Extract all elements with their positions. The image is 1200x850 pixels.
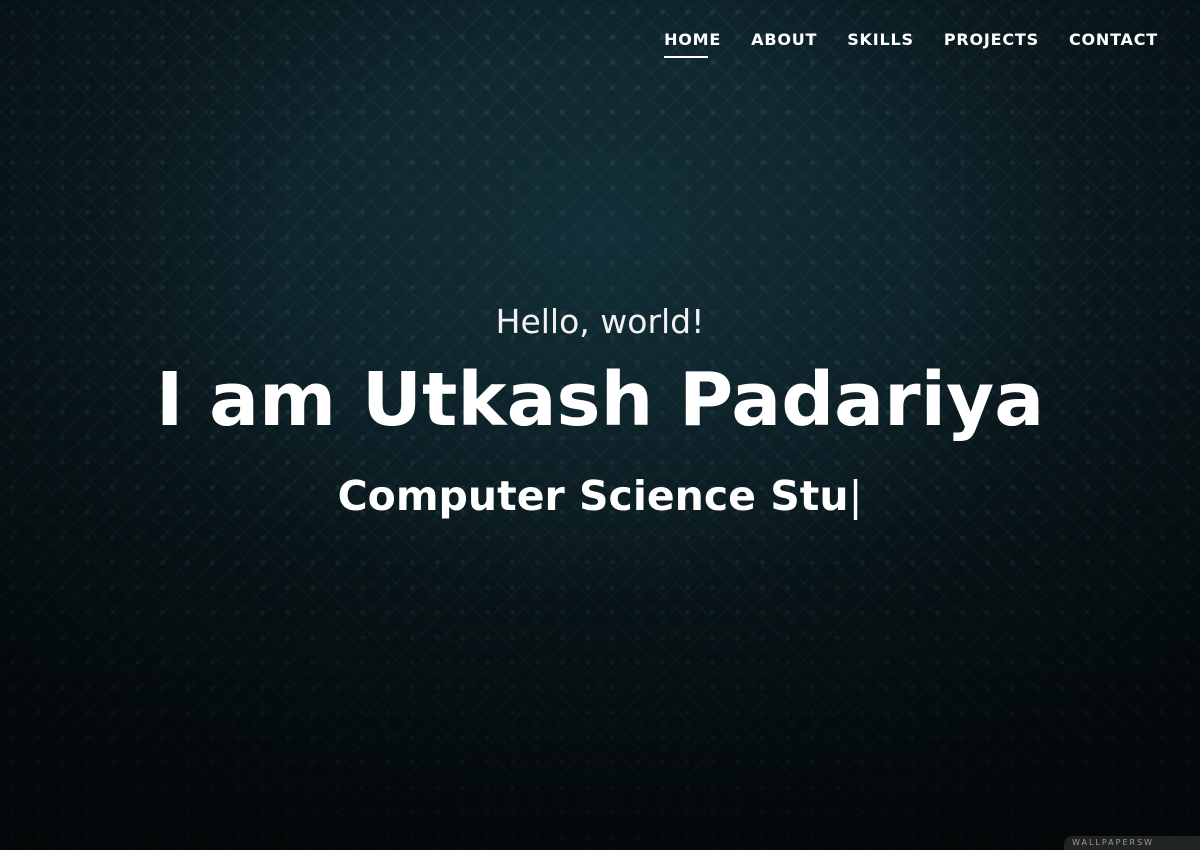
nav-link-contact[interactable]: CONTACT — [1069, 30, 1158, 57]
watermark-badge: WALLPAPERSW — [1064, 836, 1200, 850]
main-nav: HOME ABOUT SKILLS PROJECTS CONTACT — [664, 30, 1158, 58]
hero-greeting: Hello, world! — [495, 302, 705, 341]
nav-link-projects[interactable]: PROJECTS — [944, 30, 1039, 57]
nav-link-about[interactable]: ABOUT — [751, 30, 817, 57]
nav-link-home[interactable]: HOME — [664, 30, 721, 58]
hero-name: I am Utkash Padariya — [155, 357, 1045, 443]
typing-cursor: | — [848, 472, 863, 520]
hero-typed-subtitle: Computer Science Stu| — [0, 470, 1200, 522]
hero-content: Hello, world! I am Utkash Padariya Compu… — [0, 300, 1200, 522]
nav-link-skills[interactable]: SKILLS — [847, 30, 914, 57]
typed-text: Computer Science Stu — [337, 472, 849, 520]
